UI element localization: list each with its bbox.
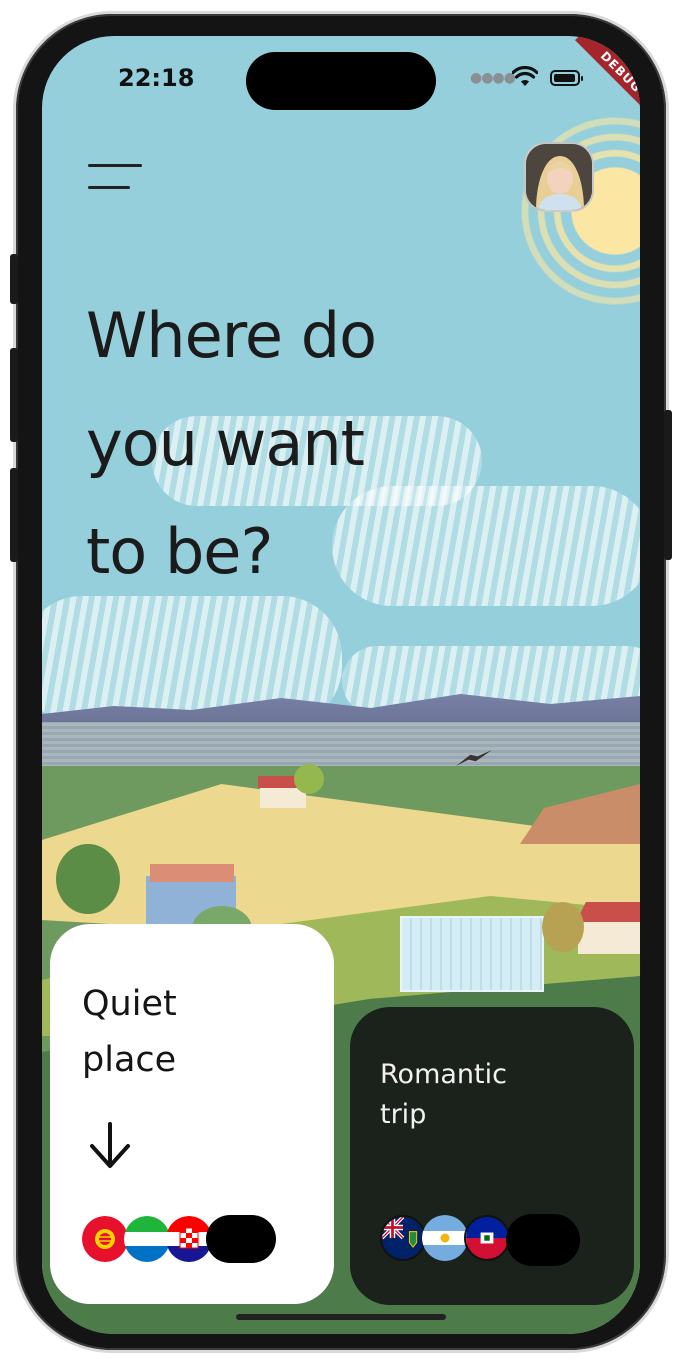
romantic-trip-card[interactable]: Romantic trip bbox=[350, 1007, 634, 1305]
tree bbox=[294, 764, 324, 794]
home-indicator bbox=[236, 1314, 446, 1320]
argentina-flag bbox=[422, 1215, 468, 1261]
card-title: Romantic trip bbox=[380, 1055, 507, 1135]
kyrgyzstan-flag bbox=[82, 1216, 128, 1262]
sierra-leone-flag bbox=[124, 1216, 170, 1262]
greenhouse-illustration bbox=[400, 916, 544, 992]
card-title-line: place bbox=[82, 1040, 177, 1080]
arrow-down-icon[interactable] bbox=[86, 1120, 134, 1172]
haiti-flag bbox=[464, 1215, 510, 1261]
hamburger-menu-icon[interactable] bbox=[88, 162, 144, 192]
more-flags-pill[interactable] bbox=[206, 1215, 276, 1263]
dynamic-island bbox=[246, 52, 436, 110]
avatar-portrait bbox=[526, 144, 592, 210]
status-time: 22:18 bbox=[118, 64, 195, 92]
card-title-line: trip bbox=[380, 1099, 427, 1130]
title-line: you want bbox=[86, 407, 365, 480]
tree bbox=[56, 844, 120, 914]
user-avatar[interactable] bbox=[524, 142, 594, 212]
menu-line bbox=[88, 164, 142, 167]
pitcairn-islands-flag bbox=[380, 1215, 426, 1261]
card-title-line: Quiet bbox=[82, 984, 177, 1024]
signal-icon: ●●●● bbox=[470, 70, 516, 86]
house-illustration bbox=[578, 918, 640, 954]
card-title-line: Romantic bbox=[380, 1059, 507, 1090]
action-button bbox=[10, 254, 18, 304]
house-roof bbox=[576, 902, 640, 922]
volume-up-button bbox=[10, 348, 18, 442]
menu-line bbox=[88, 186, 130, 189]
card-title: Quiet place bbox=[82, 976, 177, 1088]
power-button bbox=[664, 410, 672, 560]
quiet-place-card[interactable]: Quiet place bbox=[50, 924, 334, 1304]
more-flags-pill[interactable] bbox=[506, 1214, 580, 1266]
tree bbox=[542, 902, 584, 952]
wifi-icon bbox=[512, 66, 538, 86]
page-title: Where do you want to be? bbox=[86, 282, 466, 606]
volume-down-button bbox=[10, 468, 18, 562]
title-line: to be? bbox=[86, 515, 273, 588]
house-roof bbox=[150, 864, 234, 882]
title-line: Where do bbox=[86, 299, 377, 372]
